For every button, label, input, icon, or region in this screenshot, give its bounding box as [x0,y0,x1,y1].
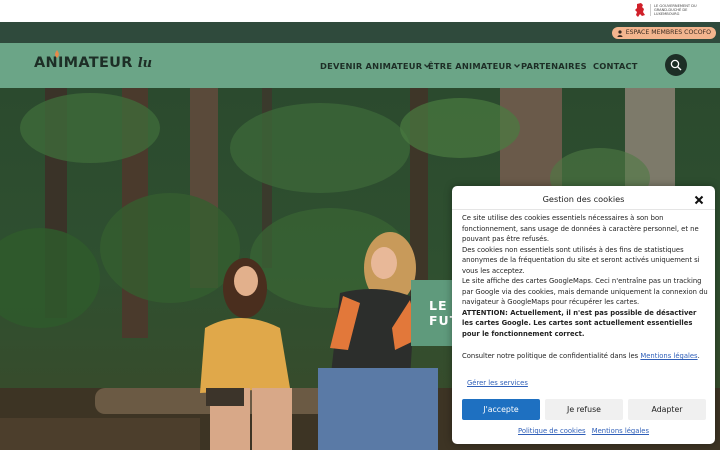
logo-text: ANIMATEUR [34,55,133,71]
nav-label: PARTENAIRES [521,60,587,71]
government-logo[interactable]: Le gouvernement du Grand-Duché de Luxemb… [634,2,712,18]
nav-contact[interactable]: CONTACT [593,61,638,71]
mentions-legales-link[interactable]: Mentions légales [640,352,697,360]
accept-button[interactable]: J'accepte [462,399,540,420]
nav-label: CONTACT [593,60,638,71]
flame-icon [55,50,59,58]
nav-label: DEVENIR ANIMATEUR [320,60,423,71]
cookie-footer-links: Politique de cookies Mentions légales [452,427,715,435]
search-button[interactable] [665,54,687,76]
main-navbar: ANIMATEUR lu DEVENIR ANIMATEUR ÊTRE ANIM… [0,43,720,88]
chevron-down-icon [514,63,520,68]
cookie-warning: ATTENTION: Actuellement, il n'est pas po… [462,308,697,338]
cookie-dialog: Gestion des cookies Ce site utilise des … [452,186,715,444]
government-bar: Le gouvernement du Grand-Duché de Luxemb… [0,0,720,22]
nav-label: ÊTRE ANIMATEUR [428,60,513,71]
cookie-para-essential: Ce site utilise des cookies essentiels n… [462,214,699,243]
cookie-consult: Consulter notre politique de confidentia… [462,351,708,362]
site-logo[interactable]: ANIMATEUR lu [34,50,153,71]
person-icon [617,29,623,37]
cookie-buttons: J'accepte Je refuse Adapter [462,399,706,420]
consult-text: Consulter notre politique de confidentia… [462,352,641,360]
logo-suffix: lu [137,56,153,71]
cookie-para-maps: Le site affiche des cartes GoogleMaps. C… [462,277,708,306]
manage-services-link[interactable]: Gérer les services [467,379,528,387]
nav-devenir-animateur[interactable]: DEVENIR ANIMATEUR [320,60,431,71]
nav-partenaires[interactable]: PARTENAIRES [521,61,587,71]
member-bar: ESPACE MEMBRES COCOFO [0,22,720,43]
luxembourg-lion-icon [635,3,645,17]
member-space-button[interactable]: ESPACE MEMBRES COCOFO [611,27,716,39]
divider [452,209,715,210]
adapt-button[interactable]: Adapter [628,399,706,420]
cookie-policy-link[interactable]: Politique de cookies [518,427,586,435]
refuse-button[interactable]: Je refuse [545,399,623,420]
government-text: Le gouvernement du Grand-Duché de Luxemb… [650,3,712,17]
close-icon[interactable] [693,194,705,206]
consult-suffix: . [697,352,700,360]
cookie-description: Ce site utilise des cookies essentiels n… [462,213,708,339]
member-space-label: ESPACE MEMBRES COCOFO [625,29,711,36]
legal-notice-link[interactable]: Mentions légales [592,427,649,435]
search-icon [670,59,682,71]
nav-etre-animateur[interactable]: ÊTRE ANIMATEUR [428,61,520,71]
cookie-para-statistics: Des cookies non essentiels sont utilisés… [462,245,700,275]
cookie-dialog-title: Gestion des cookies [542,194,625,204]
